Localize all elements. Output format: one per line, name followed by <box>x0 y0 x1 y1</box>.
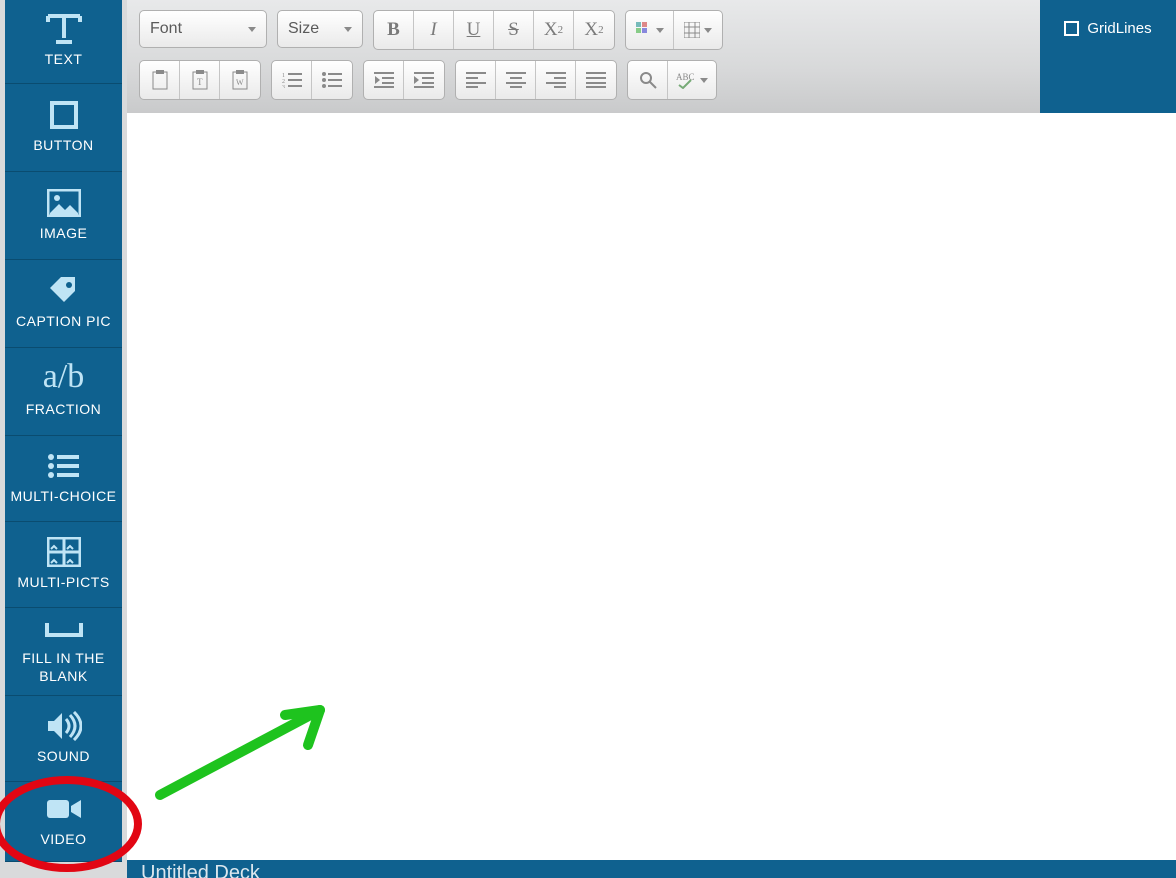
checkbox-icon <box>1064 21 1079 36</box>
search-icon <box>639 71 657 89</box>
align-group <box>455 60 617 100</box>
sidebar-item-fraction[interactable]: a/b FRACTION <box>5 348 122 436</box>
sidebar: TEXT BUTTON IMAGE CAPTION PIC a/b <box>0 0 127 878</box>
subscript-button[interactable]: X2 <box>534 11 574 49</box>
underline-button[interactable]: U <box>454 11 494 49</box>
paste-button[interactable] <box>140 61 180 99</box>
grid-icon <box>47 527 81 567</box>
size-select[interactable]: Size <box>277 10 363 48</box>
svg-text:T: T <box>197 77 203 87</box>
svg-text:3: 3 <box>282 85 285 88</box>
tag-icon <box>47 266 81 306</box>
insert-group <box>625 10 723 50</box>
indent-icon <box>414 72 434 88</box>
align-justify-button[interactable] <box>576 61 616 99</box>
table-icon <box>684 22 700 38</box>
indent-group <box>363 60 445 100</box>
spellcheck-button[interactable]: ABC <box>668 61 716 99</box>
fraction-icon: a/b <box>43 354 85 394</box>
sidebar-item-image[interactable]: IMAGE <box>5 172 122 260</box>
list-group: 1 2 3 <box>271 60 353 100</box>
sound-icon <box>46 701 82 741</box>
bold-button[interactable]: B <box>374 11 414 49</box>
video-icon <box>46 784 82 824</box>
outdent-button[interactable] <box>364 61 404 99</box>
clipboard-group: T W <box>139 60 261 100</box>
align-left-button[interactable] <box>456 61 496 99</box>
size-select-label: Size <box>288 20 319 38</box>
svg-text:W: W <box>236 78 244 87</box>
ordered-list-icon: 1 2 3 <box>282 72 302 88</box>
align-center-icon <box>506 72 526 88</box>
editor-canvas[interactable] <box>127 113 1176 866</box>
caret-down-icon <box>700 78 708 83</box>
align-right-button[interactable] <box>536 61 576 99</box>
button-icon <box>48 90 80 130</box>
align-right-icon <box>546 72 566 88</box>
caret-down-icon <box>248 27 256 32</box>
sidebar-item-label: CAPTION PIC <box>12 312 115 340</box>
text-style-group: B I U S X2 X2 <box>373 10 615 50</box>
blank-icon <box>45 608 83 643</box>
right-panel: GridLines <box>1040 0 1176 113</box>
caret-down-icon <box>656 28 664 33</box>
caret-down-icon <box>344 27 352 32</box>
clipboard-text-icon: T <box>191 70 209 90</box>
superscript-button[interactable]: X2 <box>574 11 614 49</box>
find-button[interactable] <box>628 61 668 99</box>
clipboard-icon <box>151 70 169 90</box>
clipboard-word-icon: W <box>231 70 249 90</box>
caret-down-icon <box>704 28 712 33</box>
italic-button[interactable]: I <box>414 11 454 49</box>
color-picker-button[interactable] <box>626 11 674 49</box>
unordered-list-button[interactable] <box>312 61 352 99</box>
font-select-label: Font <box>150 20 182 38</box>
sidebar-item-multi-choice[interactable]: MULTI-CHOICE <box>5 436 122 522</box>
spellcheck-icon: ABC <box>676 71 696 89</box>
sidebar-item-label: VIDEO <box>36 830 90 858</box>
sidebar-item-fill-blank[interactable]: FILL IN THE BLANK <box>5 608 122 696</box>
svg-text:ABC: ABC <box>676 72 695 82</box>
text-icon <box>46 4 82 44</box>
sidebar-item-label: SOUND <box>33 747 94 775</box>
unordered-list-icon <box>322 72 342 88</box>
table-button[interactable] <box>674 11 722 49</box>
sidebar-item-label: MULTI-CHOICE <box>6 487 120 515</box>
align-left-icon <box>466 72 486 88</box>
sidebar-item-sound[interactable]: SOUND <box>5 696 122 782</box>
tools-group: ABC <box>627 60 717 100</box>
outdent-icon <box>374 72 394 88</box>
rich-text-toolbar: Font Size B I U S X2 X2 <box>127 0 1040 113</box>
sidebar-item-button[interactable]: BUTTON <box>5 84 122 172</box>
sidebar-item-video[interactable]: VIDEO <box>5 782 122 862</box>
sidebar-item-text[interactable]: TEXT <box>5 0 122 84</box>
sidebar-item-multi-picts[interactable]: MULTI-PICTS <box>5 522 122 608</box>
gridlines-toggle[interactable]: GridLines <box>1064 20 1151 37</box>
sidebar-item-label: FILL IN THE BLANK <box>5 649 122 695</box>
footer-bar: Untitled Deck <box>127 860 1176 878</box>
sidebar-item-label: FRACTION <box>22 400 106 428</box>
paste-text-button[interactable]: T <box>180 61 220 99</box>
ordered-list-button[interactable]: 1 2 3 <box>272 61 312 99</box>
paste-word-button[interactable]: W <box>220 61 260 99</box>
sidebar-item-label: TEXT <box>41 50 87 78</box>
strike-button[interactable]: S <box>494 11 534 49</box>
sidebar-item-label: BUTTON <box>29 136 97 164</box>
list-icon <box>47 441 81 481</box>
indent-button[interactable] <box>404 61 444 99</box>
image-icon <box>47 178 81 218</box>
sidebar-item-label: MULTI-PICTS <box>13 573 113 601</box>
align-center-button[interactable] <box>496 61 536 99</box>
sidebar-item-label: IMAGE <box>36 224 92 252</box>
align-justify-icon <box>586 72 606 88</box>
color-swatch-icon <box>636 22 652 38</box>
deck-title: Untitled Deck <box>141 862 260 878</box>
sidebar-item-caption-pic[interactable]: CAPTION PIC <box>5 260 122 348</box>
font-select[interactable]: Font <box>139 10 267 48</box>
gridlines-label: GridLines <box>1087 20 1151 37</box>
